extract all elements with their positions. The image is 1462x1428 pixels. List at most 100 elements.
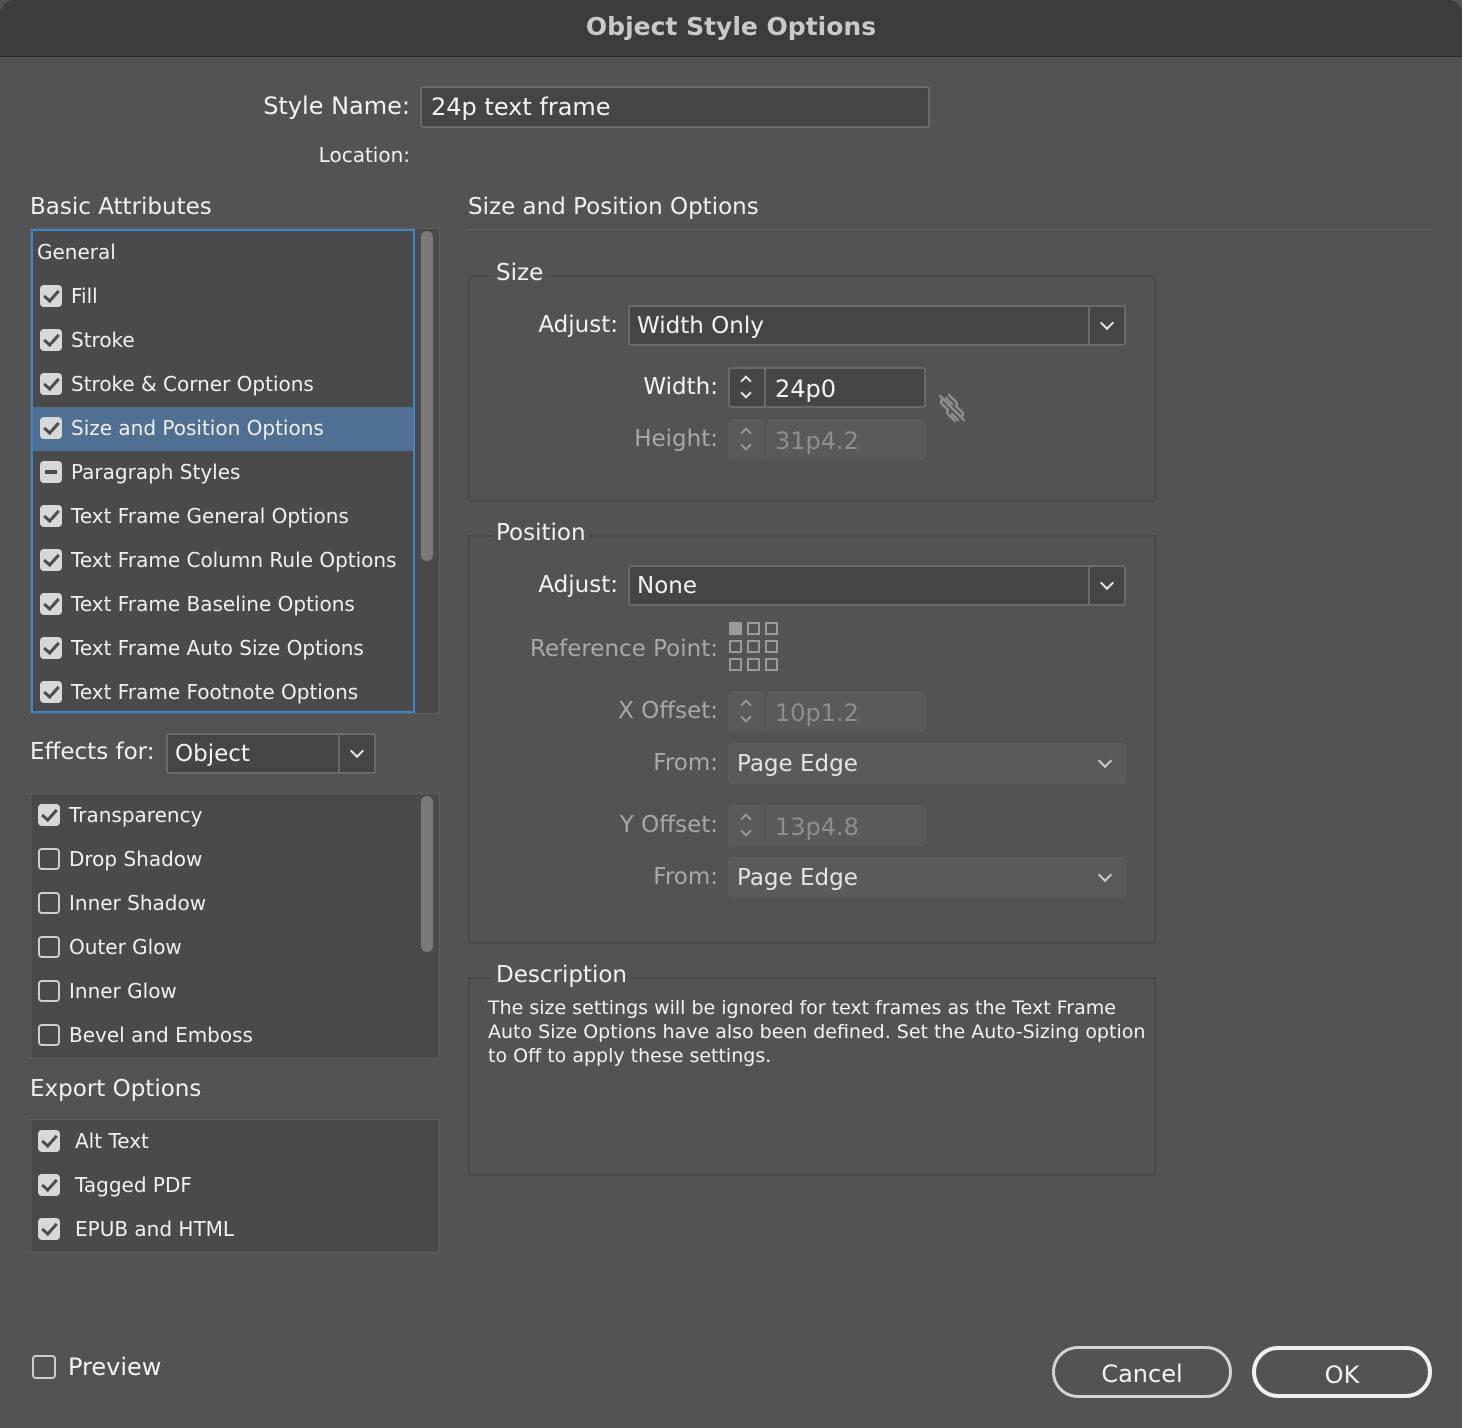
chevron-down-icon (1088, 745, 1124, 782)
list-item-label: Inner Glow (69, 979, 177, 1003)
list-item-outer-glow[interactable]: Outer Glow (31, 926, 411, 970)
stepper-buttons (730, 693, 766, 730)
list-item-fill[interactable]: Fill (33, 275, 413, 319)
effects-for-select[interactable]: Object (166, 733, 376, 774)
list-item-text-frame-general[interactable]: Text Frame General Options (33, 495, 413, 539)
chevron-down-icon[interactable] (1088, 567, 1124, 604)
ok-button-label: OK (1324, 1361, 1360, 1389)
checkbox-checked[interactable] (40, 681, 62, 703)
description-text: The size settings will be ignored for te… (488, 997, 1146, 1067)
chevron-down-icon[interactable] (1088, 307, 1124, 344)
broken-link-icon[interactable] (936, 392, 968, 424)
title-bar: Object Style Options (0, 0, 1462, 57)
export-options-list: Alt Text Tagged PDF EPUB and HTML (30, 1119, 440, 1253)
effects-for-label: Effects for: (30, 739, 155, 765)
checkbox-checked[interactable] (38, 1130, 60, 1152)
y-from-label: From: (653, 864, 718, 890)
x-offset-value: 10p1.2 (775, 699, 859, 727)
checkbox-checked[interactable] (38, 804, 60, 826)
scrollbar-thumb[interactable] (421, 231, 433, 561)
height-stepper: 31p4.2 (728, 419, 926, 460)
list-item-paragraph-styles[interactable]: Paragraph Styles (33, 451, 413, 495)
checkbox-unchecked[interactable] (38, 980, 60, 1002)
checkbox-checked[interactable] (40, 637, 62, 659)
list-item-label: Tagged PDF (75, 1173, 192, 1197)
checkbox-unchecked[interactable] (38, 892, 60, 914)
stepper-buttons[interactable] (730, 369, 766, 406)
list-item-alt-text[interactable]: Alt Text (31, 1120, 411, 1164)
chevron-down-icon[interactable] (338, 735, 374, 772)
list-item-text-frame-auto-size[interactable]: Text Frame Auto Size Options (33, 627, 413, 671)
checkbox-checked[interactable] (38, 1218, 60, 1240)
checkbox-checked[interactable] (40, 549, 62, 571)
size-adjust-select[interactable]: Width Only (628, 305, 1126, 346)
x-from-value: Page Edge (737, 751, 858, 777)
position-adjust-select[interactable]: None (628, 565, 1126, 606)
basic-attributes-title: Basic Attributes (30, 194, 212, 220)
list-item-inner-glow[interactable]: Inner Glow (31, 970, 411, 1014)
list-item-label: Size and Position Options (71, 416, 324, 440)
list-item-size-position[interactable]: Size and Position Options (33, 407, 413, 451)
export-options-title: Export Options (30, 1076, 202, 1102)
list-item-text-frame-footnote[interactable]: Text Frame Footnote Options (33, 671, 413, 715)
list-item-stroke[interactable]: Stroke (33, 319, 413, 363)
effects-scrollbar[interactable] (415, 794, 439, 1058)
list-item-bevel-emboss[interactable]: Bevel and Emboss (31, 1014, 411, 1058)
checkbox-checked[interactable] (40, 285, 62, 307)
checkbox-checked[interactable] (40, 505, 62, 527)
checkbox-mixed[interactable] (40, 461, 62, 483)
list-item-label: Paragraph Styles (71, 460, 241, 484)
checkbox-checked[interactable] (40, 373, 62, 395)
checkbox-checked[interactable] (40, 329, 62, 351)
y-offset-value: 13p4.8 (775, 813, 859, 841)
list-item-label: Alt Text (75, 1129, 149, 1153)
basic-attributes-scrollbar[interactable] (415, 229, 439, 713)
list-item-label: Drop Shadow (69, 847, 203, 871)
checkbox-checked[interactable] (40, 593, 62, 615)
list-item-drop-shadow[interactable]: Drop Shadow (31, 838, 411, 882)
effects-for-value: Object (175, 741, 250, 767)
list-item-inner-shadow[interactable]: Inner Shadow (31, 882, 411, 926)
position-adjust-label: Adjust: (538, 572, 618, 598)
cancel-button-label: Cancel (1101, 1360, 1183, 1388)
location-label: Location: (318, 143, 410, 167)
window-title: Object Style Options (585, 12, 877, 41)
y-from-value: Page Edge (737, 865, 858, 891)
stepper-buttons (730, 421, 766, 458)
style-name-input[interactable] (420, 86, 930, 128)
stepper-buttons (730, 807, 766, 844)
checkbox-unchecked[interactable] (38, 1024, 60, 1046)
style-name-label: Style Name: (263, 92, 410, 120)
checkbox-checked[interactable] (40, 417, 62, 439)
width-value: 24p0 (775, 375, 837, 403)
list-item-epub-html[interactable]: EPUB and HTML (31, 1208, 411, 1252)
list-item-general[interactable]: General (33, 231, 413, 275)
list-item-label: EPUB and HTML (75, 1217, 235, 1241)
preview-label[interactable]: Preview (68, 1353, 161, 1381)
list-item-label: Text Frame Auto Size Options (71, 636, 364, 660)
reference-point-label: Reference Point: (530, 636, 718, 662)
list-item-label: Text Frame Baseline Options (71, 592, 355, 616)
list-item-tagged-pdf[interactable]: Tagged PDF (31, 1164, 411, 1208)
width-stepper[interactable]: 24p0 (728, 367, 926, 408)
y-offset-stepper: 13p4.8 (728, 805, 926, 846)
checkbox-unchecked[interactable] (38, 936, 60, 958)
list-item-label: Text Frame General Options (71, 504, 349, 528)
list-item-text-frame-baseline[interactable]: Text Frame Baseline Options (33, 583, 413, 627)
panel-title: Size and Position Options (468, 194, 759, 220)
cancel-button[interactable]: Cancel (1052, 1346, 1232, 1398)
effects-list: Transparency Drop Shadow Inner Shadow Ou… (30, 793, 440, 1059)
checkbox-checked[interactable] (38, 1174, 60, 1196)
preview-checkbox[interactable] (32, 1355, 56, 1379)
x-offset-stepper: 10p1.2 (728, 691, 926, 732)
height-label: Height: (634, 426, 718, 452)
size-adjust-value: Width Only (637, 313, 764, 339)
checkbox-unchecked[interactable] (38, 848, 60, 870)
list-item-text-frame-column-rule[interactable]: Text Frame Column Rule Options (33, 539, 413, 583)
height-value: 31p4.2 (775, 427, 859, 455)
ok-button[interactable]: OK (1252, 1346, 1432, 1398)
list-item-label: Outer Glow (69, 935, 182, 959)
list-item-stroke-corner[interactable]: Stroke & Corner Options (33, 363, 413, 407)
list-item-transparency[interactable]: Transparency (31, 794, 411, 838)
scrollbar-thumb[interactable] (421, 796, 433, 952)
